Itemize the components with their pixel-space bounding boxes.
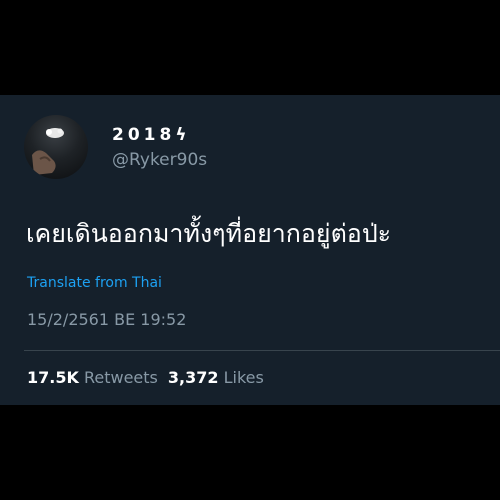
likes-count: 3,372 <box>167 368 219 387</box>
avatar[interactable] <box>24 115 88 179</box>
retweets-stat[interactable]: 17.5K Retweets <box>27 368 158 387</box>
tweet-text: เคยเดินออกมาทั้งๆที่อยากอยู่ต่อป่ะ <box>26 219 392 248</box>
retweets-count: 17.5K <box>27 368 79 387</box>
retweets-label: Retweets <box>83 368 158 387</box>
likes-label: Likes <box>223 368 264 387</box>
author-display-name[interactable]: 2018ϟ <box>112 125 191 145</box>
author-handle[interactable]: @Ryker90s <box>112 150 207 170</box>
divider <box>24 350 500 351</box>
translate-link[interactable]: Translate from Thai <box>27 275 162 291</box>
tweet-card: 2018ϟ @Ryker90s เคยเดินออกมาทั้งๆที่อยาก… <box>0 95 500 405</box>
avatar-photo-icon <box>32 128 64 175</box>
tweet-timestamp[interactable]: 15/2/2561 BE 19:52 <box>27 310 186 329</box>
tweet-stats: 17.5K Retweets 3,372 Likes <box>27 368 264 387</box>
likes-stat[interactable]: 3,372 Likes <box>168 368 264 387</box>
